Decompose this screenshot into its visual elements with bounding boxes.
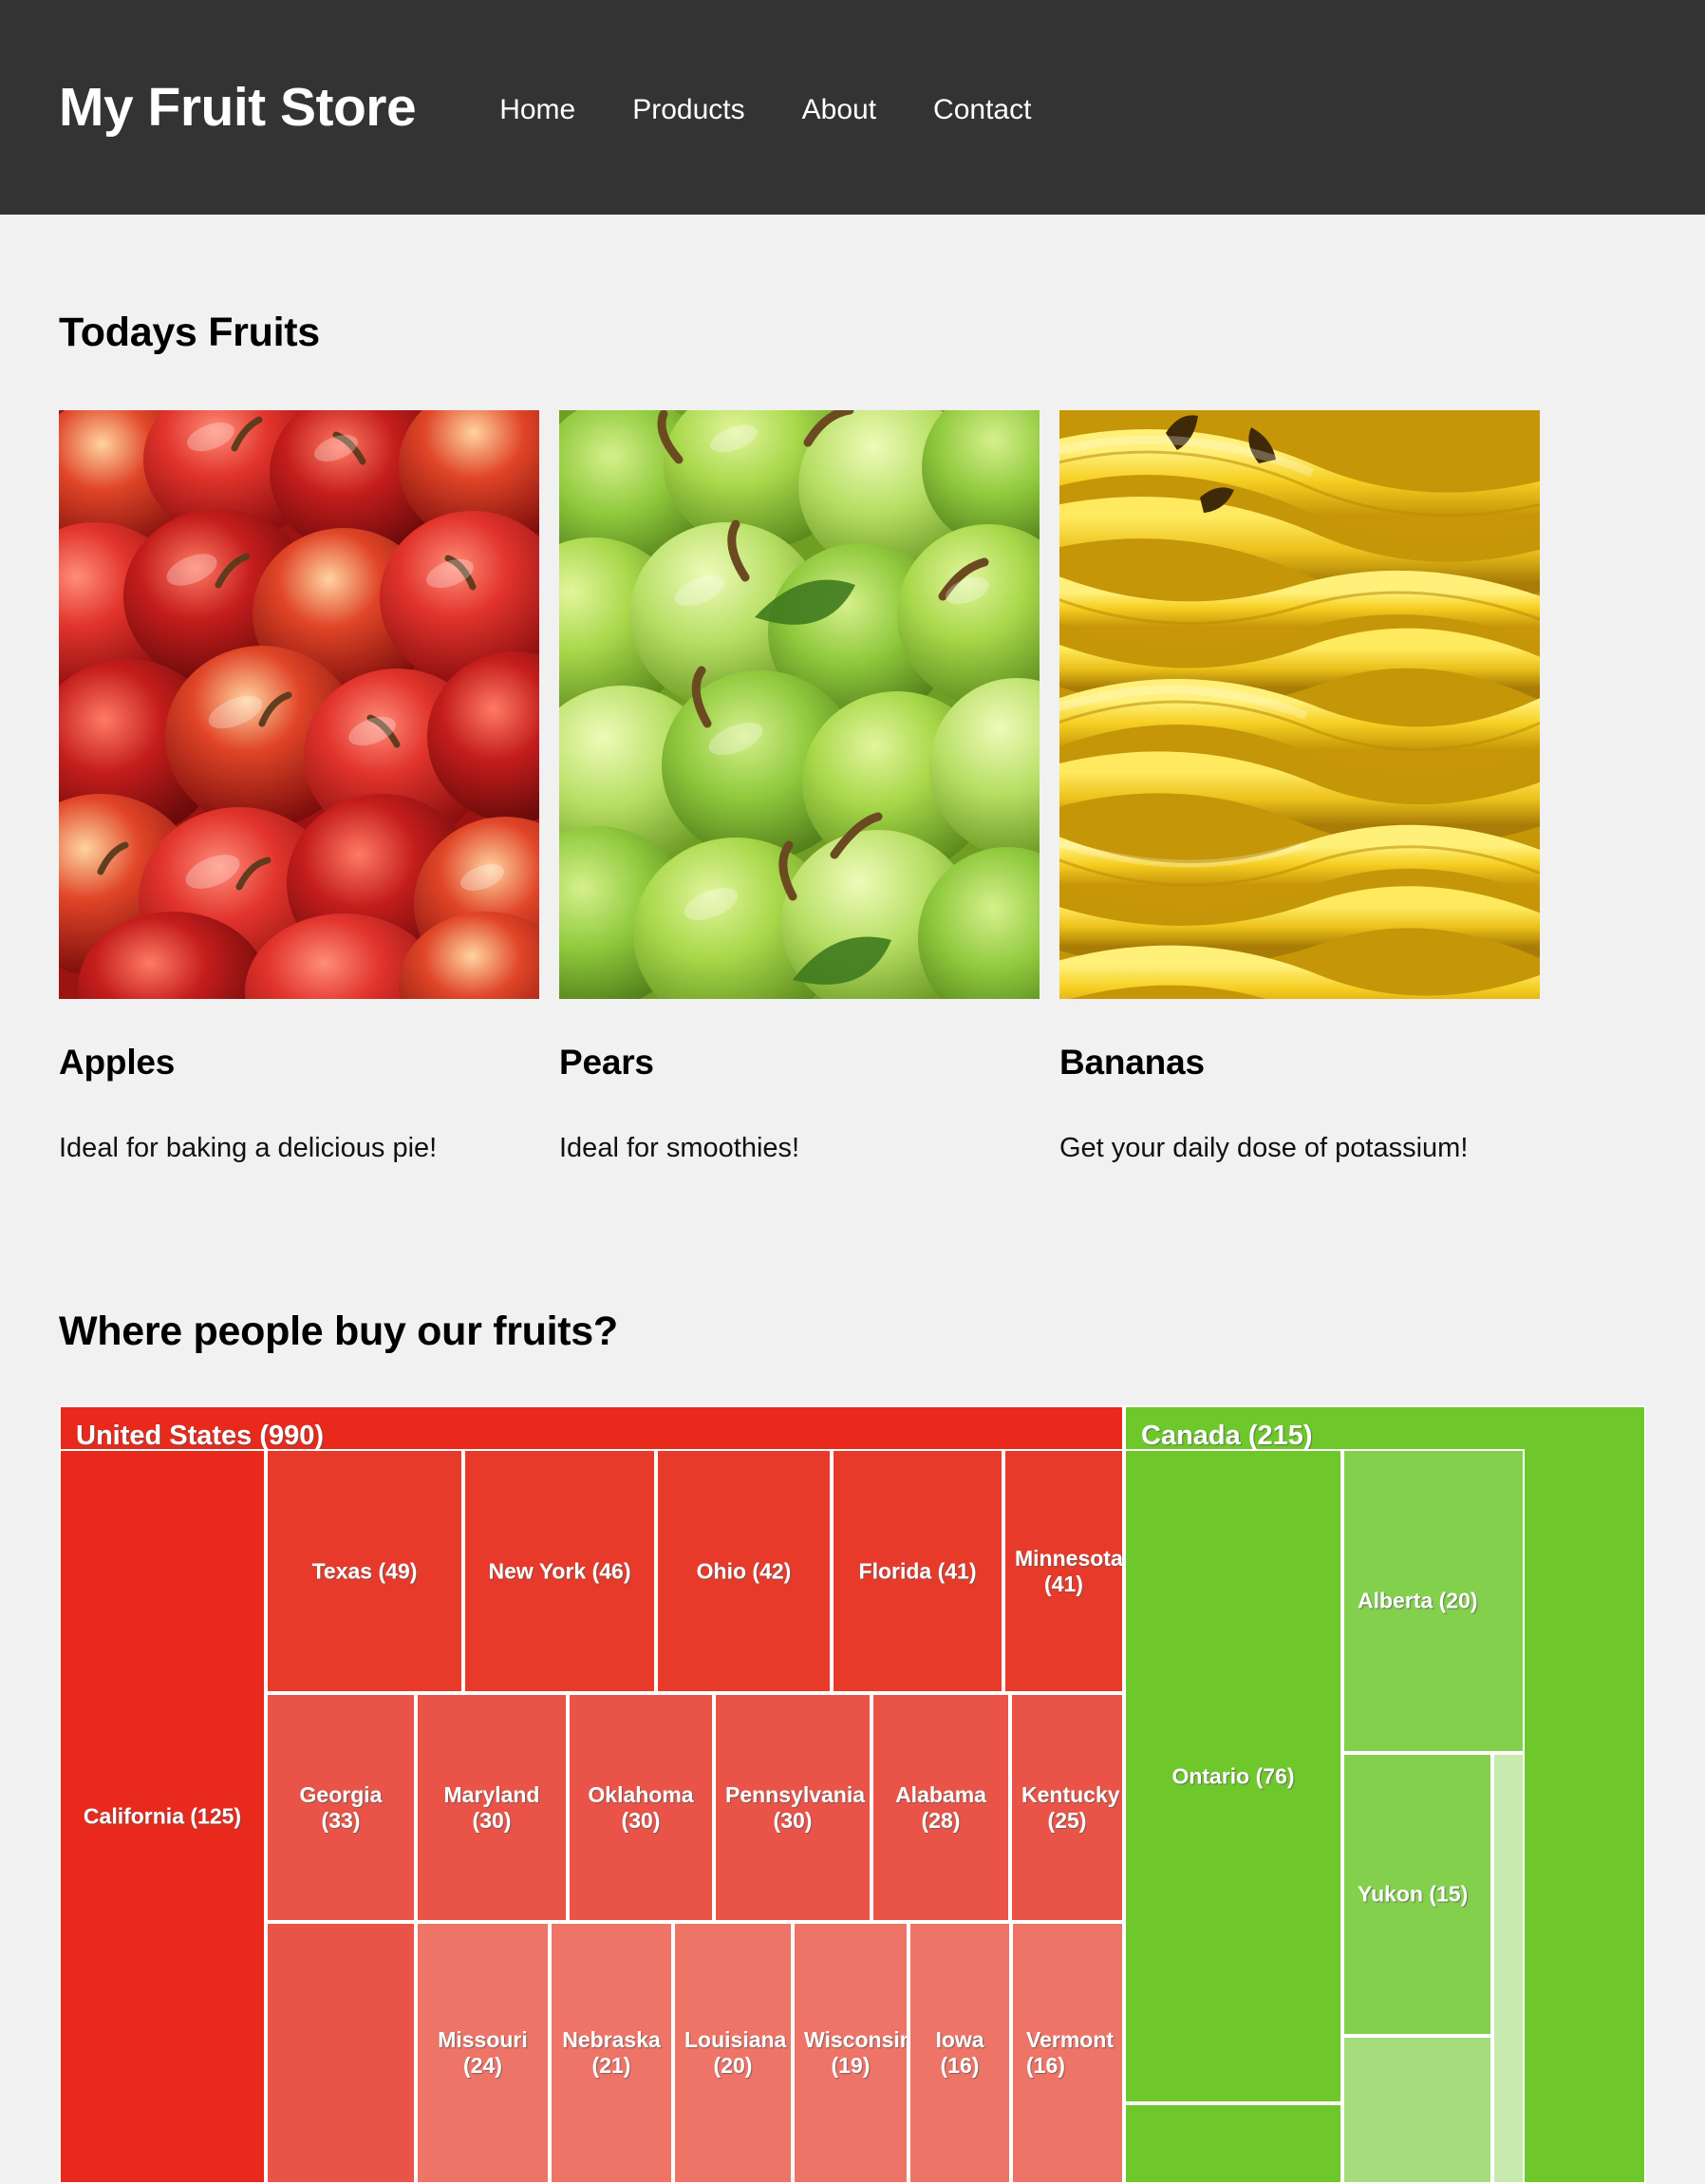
treemap-tile-label: Nebraska (21) bbox=[562, 2026, 661, 2078]
treemap-tile-canada-extra1[interactable] bbox=[1124, 2103, 1342, 2184]
treemap-tile-label: Canada (215) bbox=[1141, 1421, 1313, 1451]
treemap-tile-label: Pennsylvania (30) bbox=[725, 1781, 866, 1833]
treemap-tile-label: Louisiana (20) bbox=[684, 2026, 787, 2078]
treemap-tile-ontario[interactable]: Ontario (76) bbox=[1124, 1449, 1342, 2103]
apples-photo bbox=[59, 410, 539, 999]
page-content: Todays Fruits Apples Ideal for baking a … bbox=[0, 215, 1705, 2184]
fruit-card-apples: Apples Ideal for baking a delicious pie! bbox=[59, 410, 539, 1164]
treemap-tile-label: Yukon (15) bbox=[1358, 1881, 1469, 1907]
treemap-tile-canada-extra3[interactable] bbox=[1492, 1753, 1525, 2184]
treemap-tile-missouri[interactable]: Missouri (24) bbox=[416, 1922, 550, 2184]
treemap-tile-georgia[interactable]: Georgia (33) bbox=[266, 1693, 416, 1922]
nav-item-products[interactable]: Products bbox=[632, 94, 744, 126]
treemap-tile-label: Maryland (30) bbox=[443, 1781, 540, 1833]
treemap-tile-nebraska[interactable]: Nebraska (21) bbox=[550, 1922, 673, 2184]
fruit-card-grid: Apples Ideal for baking a delicious pie! bbox=[59, 410, 1646, 1164]
treemap-title: Where people buy our fruits? bbox=[59, 1309, 618, 1354]
treemap-tile-alberta[interactable]: Alberta (20) bbox=[1342, 1449, 1525, 1753]
treemap-tile-ohio[interactable]: Ohio (42) bbox=[656, 1449, 832, 1693]
brand-title: My Fruit Store bbox=[59, 77, 417, 138]
main-navigation: Home Products About Contact bbox=[499, 94, 1031, 126]
treemap-tile-label: Ontario (76) bbox=[1171, 1762, 1295, 1788]
treemap-tile-label: New York (46) bbox=[488, 1557, 631, 1583]
treemap-tile-label: Kentucky (25) bbox=[1021, 1781, 1120, 1833]
treemap-tile-louisiana[interactable]: Louisiana (20) bbox=[673, 1922, 793, 2184]
fruit-card-bananas: Bananas Get your daily dose of potassium… bbox=[1059, 410, 1540, 1164]
treemap-tile-maryland[interactable]: Maryland (30) bbox=[416, 1693, 568, 1922]
treemap-tile-vermont[interactable]: Vermont (16) bbox=[1011, 1922, 1124, 2184]
fruit-card-heading: Bananas bbox=[1059, 1043, 1205, 1082]
fruit-card-text: Get your daily dose of potassium! bbox=[1059, 1133, 1469, 1163]
treemap-tile-label: Oklahoma (30) bbox=[588, 1781, 694, 1833]
treemap-tile-label: Iowa (16) bbox=[935, 2026, 984, 2078]
treemap-tile-oklahoma[interactable]: Oklahoma (30) bbox=[568, 1693, 714, 1922]
treemap-tile-california[interactable]: California (125) bbox=[59, 1449, 266, 2184]
treemap-tile-label: Florida (41) bbox=[858, 1557, 977, 1583]
treemap-tile-label: Texas (49) bbox=[311, 1557, 418, 1583]
pears-photo bbox=[559, 410, 1040, 999]
treemap-tile-texas[interactable]: Texas (49) bbox=[266, 1449, 463, 1693]
fruit-card-heading: Apples bbox=[59, 1043, 176, 1082]
treemap-tile-pennsylvania[interactable]: Pennsylvania (30) bbox=[714, 1693, 871, 1922]
treemap-tile-label: Minnesota (41) bbox=[1015, 1545, 1123, 1596]
fruit-sales-treemap: United States (990) California (125) Texas… bbox=[59, 1405, 1646, 2184]
treemap-tile-canada-extra2[interactable] bbox=[1342, 2036, 1492, 2184]
treemap-tile-label: Georgia (33) bbox=[299, 1781, 383, 1833]
treemap-tile-label: Ohio (42) bbox=[696, 1557, 792, 1583]
treemap-tile-wisconsin[interactable]: Wisconsin (19) bbox=[793, 1922, 909, 2184]
fruit-card-heading: Pears bbox=[559, 1043, 654, 1082]
nav-item-home[interactable]: Home bbox=[499, 94, 575, 126]
treemap-tile-us-extra[interactable] bbox=[266, 1922, 416, 2184]
fruit-card-text: Ideal for smoothies! bbox=[559, 1133, 800, 1163]
todays-fruits-title: Todays Fruits bbox=[59, 310, 320, 355]
site-header: My Fruit Store Home Products About Conta… bbox=[0, 0, 1705, 215]
treemap-tile-alabama[interactable]: Alabama (28) bbox=[871, 1693, 1010, 1922]
fruit-card-text: Ideal for baking a delicious pie! bbox=[59, 1133, 438, 1163]
treemap-tile-label: Alabama (28) bbox=[895, 1781, 986, 1833]
treemap-tile-minnesota[interactable]: Minnesota (41) bbox=[1003, 1449, 1124, 1693]
treemap-tile-yukon[interactable]: Yukon (15) bbox=[1342, 1753, 1492, 2036]
treemap-tile-florida[interactable]: Florida (41) bbox=[832, 1449, 1003, 1693]
nav-item-about[interactable]: About bbox=[802, 94, 876, 126]
bananas-photo bbox=[1059, 410, 1540, 999]
treemap-tile-new-york[interactable]: New York (46) bbox=[463, 1449, 656, 1693]
treemap-tile-iowa[interactable]: Iowa (16) bbox=[909, 1922, 1011, 2184]
treemap-tile-label: Wisconsin (19) bbox=[804, 2026, 909, 2078]
treemap-tile-label: Alberta (20) bbox=[1358, 1588, 1478, 1613]
treemap-tile-label: Vermont (16) bbox=[1026, 2026, 1115, 2078]
treemap-tile-kentucky[interactable]: Kentucky (25) bbox=[1010, 1693, 1124, 1922]
fruit-card-pears: Pears Ideal for smoothies! bbox=[559, 410, 1040, 1164]
treemap-tile-label: California (125) bbox=[83, 1803, 242, 1829]
treemap-tile-label: Missouri (24) bbox=[438, 2026, 528, 2078]
nav-item-contact[interactable]: Contact bbox=[933, 94, 1031, 126]
treemap-tile-label: United States (990) bbox=[76, 1421, 325, 1451]
